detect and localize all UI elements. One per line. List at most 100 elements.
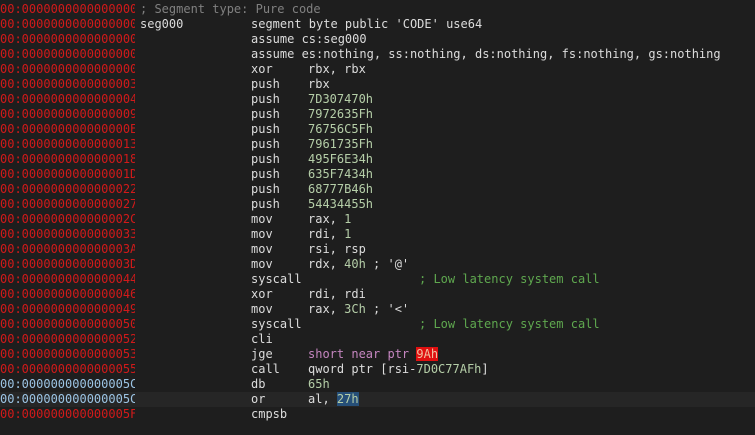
code-line[interactable]: 00:0000000000000044 syscall ; Low latency … — [0, 272, 755, 287]
line-address[interactable]: 00:0000000000000018 — [0, 152, 135, 167]
operands[interactable]: rdi, rdi — [308, 287, 366, 302]
code-line[interactable]: 00:000000000000005F cmpsb — [0, 407, 755, 422]
mnemonic[interactable]: push — [251, 122, 280, 137]
line-address[interactable]: 00:000000000000003A — [0, 242, 135, 257]
code-line[interactable]: 00:000000000000005C db 65h — [0, 377, 755, 392]
line-address[interactable]: 00:0000000000000050 — [0, 317, 135, 332]
operands[interactable]: qword ptr [rsi-7D0C77AFh] — [308, 362, 489, 377]
line-address[interactable]: 00:0000000000000004 — [0, 92, 135, 107]
code-line[interactable]: 00:0000000000000000 ; Segment type: Pure … — [0, 2, 755, 17]
mnemonic[interactable]: syscall — [251, 272, 302, 287]
mnemonic[interactable]: mov — [251, 257, 273, 272]
mnemonic[interactable]: push — [251, 167, 280, 182]
operands[interactable]: 7961735Fh — [308, 137, 373, 152]
code-line[interactable]: 00:0000000000000050 syscall ; Low latency … — [0, 317, 755, 332]
code-line[interactable]: 00:0000000000000000 assume es:nothing, ss… — [0, 47, 755, 62]
code-line[interactable]: 00:0000000000000052 cli — [0, 332, 755, 347]
line-address[interactable]: 00:0000000000000052 — [0, 332, 135, 347]
line-address[interactable]: 00:0000000000000027 — [0, 197, 135, 212]
operands[interactable]: rdx, 40h ; '@' — [308, 257, 409, 272]
line-address[interactable]: 00:0000000000000000 — [0, 32, 135, 47]
mnemonic[interactable]: push — [251, 152, 280, 167]
line-address[interactable]: 00:000000000000005F — [0, 407, 135, 422]
code-line[interactable]: 00:0000000000000027 push 54434455h — [0, 197, 755, 212]
mnemonic[interactable]: jge — [251, 347, 273, 362]
operands[interactable]: 635F7434h — [308, 167, 373, 182]
operands[interactable]: al, 27h — [308, 392, 359, 407]
operands[interactable]: 54434455h — [308, 197, 373, 212]
line-address[interactable]: 00:0000000000000055 — [0, 362, 135, 377]
code-line[interactable]: 00:0000000000000018 push 495F6E34h — [0, 152, 755, 167]
mnemonic[interactable]: push — [251, 137, 280, 152]
code-line[interactable]: 00:000000000000000E push 76756C5Fh — [0, 122, 755, 137]
mnemonic[interactable]: mov — [251, 227, 273, 242]
segment-label[interactable]: seg000 — [140, 17, 183, 32]
line-address[interactable]: 00:0000000000000000 — [0, 17, 135, 32]
code-line[interactable]: 00:0000000000000000 seg000 segment byte pu… — [0, 17, 755, 32]
line-address[interactable]: 00:000000000000003D — [0, 257, 135, 272]
operands[interactable]: rdi, 1 — [308, 227, 351, 242]
line-address[interactable]: 00:0000000000000013 — [0, 137, 135, 152]
code-line[interactable]: 00:0000000000000033 mov rdi, 1 — [0, 227, 755, 242]
line-address[interactable]: 00:000000000000005C — [0, 392, 135, 407]
line-address[interactable]: 00:0000000000000000 — [0, 62, 135, 77]
line-address[interactable]: 00:0000000000000033 — [0, 227, 135, 242]
invalid-target[interactable]: 9Ah — [416, 347, 439, 361]
mnemonic[interactable]: mov — [251, 302, 273, 317]
operands[interactable]: rsi, rsp — [308, 242, 366, 257]
disassembly-view[interactable]: 00:0000000000000000 ; Segment type: Pure … — [0, 0, 755, 435]
code-line[interactable]: 00:0000000000000003 push rbx — [0, 77, 755, 92]
line-address[interactable]: 00:000000000000005C — [0, 377, 135, 392]
operands[interactable]: rbx — [308, 77, 330, 92]
mnemonic[interactable]: or — [251, 392, 265, 407]
line-address[interactable]: 00:0000000000000000 — [0, 2, 135, 17]
operands[interactable]: rbx, rbx — [308, 62, 366, 77]
mnemonic[interactable]: cli — [251, 332, 273, 347]
mnemonic[interactable]: push — [251, 182, 280, 197]
code-line[interactable]: 00:0000000000000055 call qword ptr [rsi-7D… — [0, 362, 755, 377]
line-address[interactable]: 00:0000000000000049 — [0, 302, 135, 317]
code-line[interactable]: 00:0000000000000000 xor rbx, rbx — [0, 62, 755, 77]
code-line[interactable]: 00:0000000000000009 push 7972635Fh — [0, 107, 755, 122]
code-line[interactable]: 00:000000000000001D push 635F7434h — [0, 167, 755, 182]
mnemonic[interactable]: syscall — [251, 317, 302, 332]
mnemonic[interactable]: xor — [251, 287, 273, 302]
code-line[interactable]: 00:000000000000005C or al, 27h — [0, 392, 755, 407]
line-address[interactable]: 00:0000000000000046 — [0, 287, 135, 302]
operands[interactable]: 68777B46h — [308, 182, 373, 197]
operands[interactable]: 7972635Fh — [308, 107, 373, 122]
line-address[interactable]: 00:0000000000000009 — [0, 107, 135, 122]
line-address[interactable]: 00:0000000000000053 — [0, 347, 135, 362]
operands[interactable]: rax, 1 — [308, 212, 351, 227]
mnemonic[interactable]: push — [251, 197, 280, 212]
line-address[interactable]: 00:0000000000000000 — [0, 47, 135, 62]
mnemonic[interactable]: push — [251, 77, 280, 92]
code-line[interactable]: 00:000000000000003D mov rdx, 40h ; '@' — [0, 257, 755, 272]
mnemonic[interactable]: xor — [251, 62, 273, 77]
line-address[interactable]: 00:000000000000000E — [0, 122, 135, 137]
operands[interactable]: 7D307470h — [308, 92, 373, 107]
code-line[interactable]: 00:0000000000000046 xor rdi, rdi — [0, 287, 755, 302]
code-line[interactable]: 00:0000000000000000 assume cs:seg000 — [0, 32, 755, 47]
line-address[interactable]: 00:0000000000000044 — [0, 272, 135, 287]
code-line[interactable]: 00:000000000000002C mov rax, 1 — [0, 212, 755, 227]
mnemonic[interactable]: cmpsb — [251, 407, 287, 422]
code-line[interactable]: 00:0000000000000013 push 7961735Fh — [0, 137, 755, 152]
line-address[interactable]: 00:000000000000002C — [0, 212, 135, 227]
code-line[interactable]: 00:0000000000000022 push 68777B46h — [0, 182, 755, 197]
selected-operand[interactable]: 27h — [336, 392, 359, 406]
operands[interactable]: 76756C5Fh — [308, 122, 373, 137]
line-address[interactable]: 00:000000000000001D — [0, 167, 135, 182]
mnemonic[interactable]: push — [251, 92, 280, 107]
operands[interactable]: short near ptr 9Ah — [308, 347, 439, 362]
mnemonic[interactable]: db — [251, 377, 265, 392]
mnemonic[interactable]: mov — [251, 242, 273, 257]
line-address[interactable]: 00:0000000000000003 — [0, 77, 135, 92]
code-line[interactable]: 00:0000000000000004 push 7D307470h — [0, 92, 755, 107]
operands[interactable]: 65h — [308, 377, 330, 392]
mnemonic[interactable]: mov — [251, 212, 273, 227]
code-line[interactable]: 00:0000000000000049 mov rax, 3Ch ; '<' — [0, 302, 755, 317]
mnemonic[interactable]: call — [251, 362, 280, 377]
code-line[interactable]: 00:0000000000000053 jge short near ptr 9Ah — [0, 347, 755, 362]
mnemonic[interactable]: push — [251, 107, 280, 122]
